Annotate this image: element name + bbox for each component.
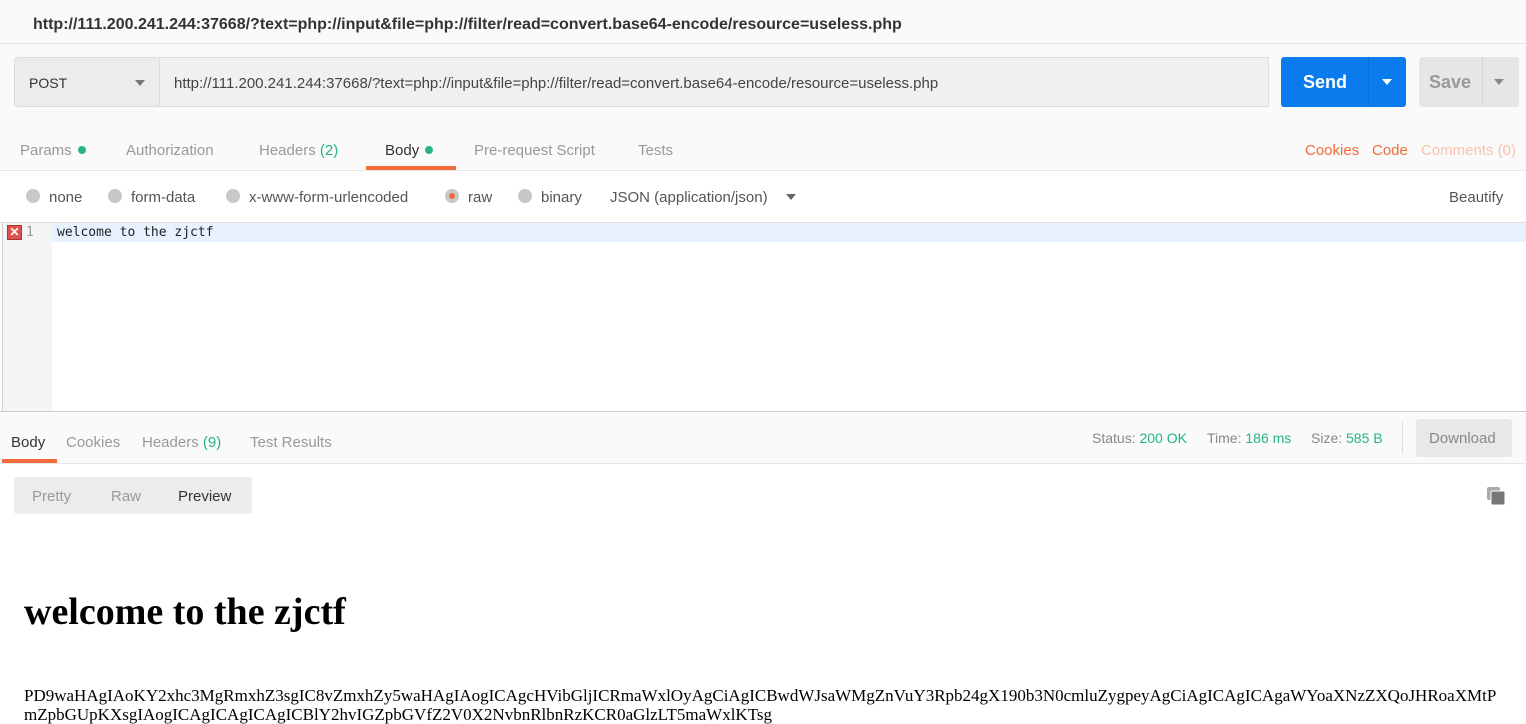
size-label: Size: (1311, 430, 1343, 446)
radio-icon (108, 189, 122, 203)
view-pretty[interactable]: Pretty (32, 488, 71, 505)
time-label: Time: (1207, 430, 1242, 446)
radio-icon (518, 189, 532, 203)
option-label: binary (541, 189, 582, 206)
download-button[interactable]: Download (1416, 419, 1512, 457)
headers-count: (2) (319, 142, 339, 159)
content-type-select[interactable]: JSON (application/json) (610, 189, 796, 206)
copy-icon[interactable] (1487, 487, 1505, 505)
tab-headers[interactable]: Headers (2) (259, 142, 338, 159)
radio-selected-icon (445, 189, 459, 203)
comments-link[interactable]: Comments (0) (1421, 142, 1516, 159)
save-options-chevron-icon[interactable] (1494, 79, 1504, 90)
error-marker-icon: ✕ (7, 225, 22, 240)
cookies-link[interactable]: Cookies (1305, 142, 1359, 159)
tab-label: Headers (259, 142, 316, 159)
divider (1402, 422, 1403, 454)
divider (1368, 57, 1369, 107)
save-label: Save (1429, 72, 1472, 92)
view-raw[interactable]: Raw (111, 488, 141, 505)
size-readout: Size: 585 B (1311, 430, 1383, 446)
response-tab-cookies[interactable]: Cookies (66, 434, 120, 451)
method-value: POST (29, 75, 68, 91)
option-label: raw (468, 189, 493, 206)
option-label: form-data (131, 189, 196, 206)
radio-form-data[interactable]: form-data (108, 189, 195, 206)
status-readout: Status: 200 OK (1092, 430, 1187, 446)
time-readout: Time: 186 ms (1207, 430, 1291, 446)
response-base64-text: PD9waHAgIAoKY2xhc3MgRmxhZ3sgIC8vZmxhZy5w… (24, 686, 1497, 724)
tab-body[interactable]: Body (385, 142, 434, 159)
send-options-chevron-icon[interactable] (1382, 79, 1392, 90)
response-view-toggle: Pretty Raw Preview (14, 477, 252, 514)
response-tabs: Body Cookies Headers (9) Test Results St… (0, 413, 1526, 464)
save-button[interactable]: Save (1419, 57, 1519, 107)
request-tabs: Params Authorization Headers (2) Body Pr… (0, 121, 1526, 171)
chevron-down-icon (785, 194, 796, 205)
body-type-options: none form-data x-www-form-urlencoded raw… (0, 172, 1526, 222)
radio-raw[interactable]: raw (445, 189, 492, 206)
response-heading: welcome to the zjctf (24, 591, 346, 633)
radio-icon (26, 189, 40, 203)
time-value: 186 ms (1245, 430, 1292, 446)
divider (1482, 57, 1483, 107)
active-tab-underline (2, 459, 57, 463)
view-preview[interactable]: Preview (178, 488, 231, 505)
headers-count: (9) (202, 434, 222, 451)
chevron-down-icon (135, 80, 145, 91)
indicator-dot-icon (77, 146, 86, 154)
size-value: 585 B (1346, 430, 1383, 446)
tab-label: Headers (142, 434, 199, 451)
body-editor[interactable]: ✕ 1 welcome to the zjctf (0, 222, 1526, 412)
response-tab-test-results[interactable]: Test Results (250, 434, 332, 451)
radio-urlencoded[interactable]: x-www-form-urlencoded (226, 189, 408, 206)
tab-authorization[interactable]: Authorization (126, 142, 214, 159)
beautify-link[interactable]: Beautify (1449, 189, 1503, 206)
tab-tests[interactable]: Tests (638, 142, 673, 159)
tab-pre-request-script[interactable]: Pre-request Script (474, 142, 595, 159)
status-label: Status: (1092, 430, 1136, 446)
indicator-dot-icon (425, 146, 434, 154)
method-select[interactable]: POST (14, 57, 160, 107)
active-tab-underline (366, 166, 456, 170)
editor-line[interactable]: welcome to the zjctf (57, 225, 214, 240)
active-line-highlight (52, 223, 1526, 242)
option-label: x-www-form-urlencoded (249, 189, 409, 206)
send-button[interactable]: Send (1281, 57, 1406, 107)
radio-binary[interactable]: binary (518, 189, 582, 206)
option-label: none (49, 189, 83, 206)
url-input[interactable]: http://111.200.241.244:37668/?text=php:/… (159, 57, 1269, 107)
code-link[interactable]: Code (1372, 142, 1408, 159)
tab-label: Params (20, 142, 72, 159)
send-label: Send (1303, 72, 1348, 92)
response-tab-body[interactable]: Body (11, 434, 45, 451)
radio-icon (226, 189, 240, 203)
tab-params[interactable]: Params (20, 142, 86, 159)
window-title: http://111.200.241.244:37668/?text=php:/… (0, 0, 1526, 44)
content-type-label: JSON (application/json) (610, 189, 768, 206)
response-tab-headers[interactable]: Headers (9) (142, 434, 221, 451)
request-bar: POST http://111.200.241.244:37668/?text=… (0, 44, 1526, 121)
line-number: 1 (26, 225, 34, 240)
tab-label: Body (385, 142, 420, 159)
status-value: 200 OK (1139, 430, 1187, 446)
editor-gutter (2, 223, 52, 411)
radio-none[interactable]: none (26, 189, 82, 206)
